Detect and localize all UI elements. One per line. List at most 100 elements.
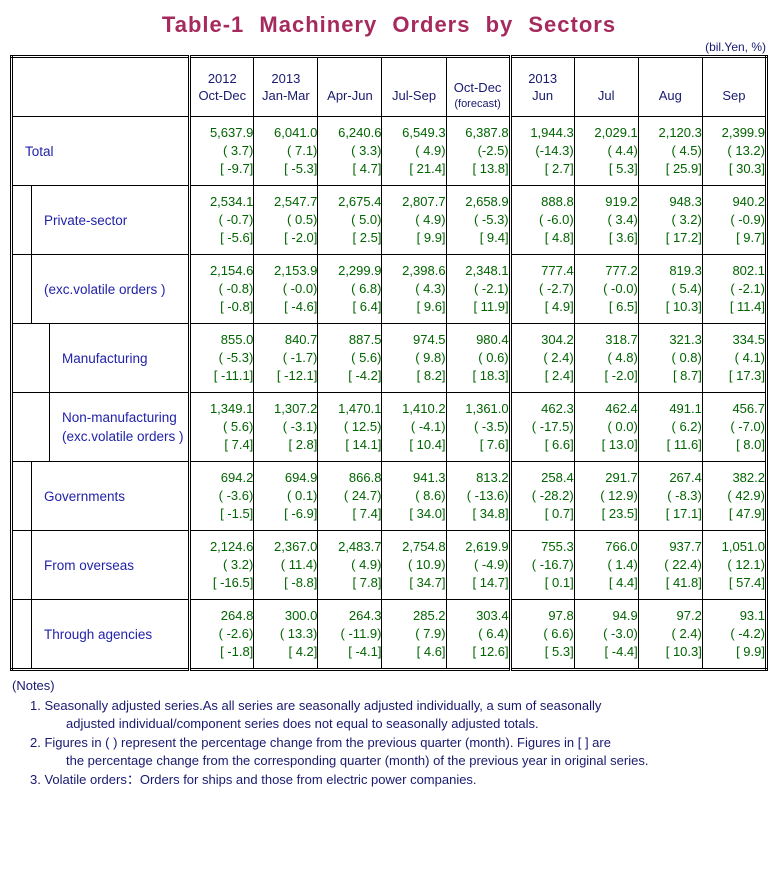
cell-value: 2,483.7 (338, 539, 382, 554)
column-header-6: 2013 Jun (508, 56, 575, 117)
data-cell: 264.8 ( -2.6) [ -1.8] (188, 599, 255, 670)
cell-yoy-change: [ -2.0] (604, 368, 638, 383)
cell-value: 491.1 (669, 401, 702, 416)
cell-yoy-change: [ 10.3] (665, 299, 702, 314)
cell-qoq-change: ( 0.6) (478, 350, 509, 365)
data-cell: 1,470.1 ( 12.5) [ 14.1] (317, 392, 383, 462)
cell-qoq-change: ( -3.5) (473, 419, 509, 434)
column-header-period: Oct-Dec (198, 88, 247, 103)
cell-yoy-change: [ 8.2] (416, 368, 446, 383)
data-cell: 974.5 ( 9.8) [ 8.2] (381, 323, 447, 393)
row-label-text-group: From overseas (44, 556, 134, 575)
cell-value: 694.2 (220, 470, 254, 485)
data-cell: 382.2 ( 42.9) [ 47.9] (701, 461, 768, 531)
data-cell: 2,619.9 ( -4.9) [ 14.7] (445, 530, 511, 600)
data-cell: 2,029.1 ( 4.4) [ 5.3] (573, 116, 639, 186)
data-cell: 2,399.9 ( 13.2) [ 30.3] (701, 116, 768, 186)
cell-qoq-change: ( 13.2) (727, 143, 765, 158)
column-header-period: Sep (722, 88, 746, 103)
cell-yoy-change: [ 7.4] (224, 437, 254, 452)
data-cell: 1,051.0 ( 12.1) [ 57.4] (701, 530, 768, 600)
cell-value: 974.5 (413, 332, 446, 347)
cell-value: 1,051.0 (721, 539, 765, 554)
data-cell: 285.2 ( 7.9) [ 4.6] (381, 599, 447, 670)
table-row: Governments 694.2 ( -3.6) [ -1.5] 694.9 ( 0.1… (10, 461, 768, 531)
row-label-indent: Governments (31, 462, 188, 530)
cell-value: 94.9 (612, 608, 638, 623)
column-header-5: Oct-Dec (forecast) (445, 56, 511, 117)
cell-value: 303.4 (476, 608, 509, 623)
cell-value: 300.0 (284, 608, 318, 623)
cell-value: 382.2 (732, 470, 765, 485)
cell-yoy-change: [ 7.4] (352, 506, 382, 521)
cell-value: 2,619.9 (465, 539, 509, 554)
cell-qoq-change: ( 9.8) (415, 350, 446, 365)
data-cell: 1,361.0 ( -3.5) [ 7.6] (445, 392, 511, 462)
table-container: 2012 Oct-Dec 2013 Jan-Mar Apr-Jun Jul-Sep Oct-… (0, 55, 778, 671)
cell-qoq-change: ( 5.0) (351, 212, 382, 227)
note-line-1: Figures in ( ) represent the percentage … (44, 734, 611, 750)
cell-yoy-change: [ -8.8] (284, 575, 318, 590)
cell-value: 2,399.9 (721, 125, 765, 140)
cell-qoq-change: ( 12.5) (343, 419, 382, 434)
data-cell: 334.5 ( 4.1) [ 17.3] (701, 323, 768, 393)
cell-value: 755.3 (541, 539, 574, 554)
cell-qoq-change: ( 13.3) (279, 626, 318, 641)
cell-yoy-change: [ 6.6] (544, 437, 574, 452)
cell-value: 267.4 (669, 470, 702, 485)
cell-yoy-change: [ -9.7] (220, 161, 254, 176)
data-cell: 755.3 ( -16.7) [ 0.1] (508, 530, 575, 600)
cell-yoy-change: [ 9.9] (416, 230, 446, 245)
cell-value: 321.3 (669, 332, 702, 347)
cell-qoq-change: ( 4.8) (607, 350, 638, 365)
column-header-year (703, 70, 765, 87)
row-label-text-group: Total (25, 142, 54, 161)
cell-yoy-change: [ 2.8] (288, 437, 318, 452)
cell-qoq-change: ( -7.0) (730, 419, 765, 434)
cell-qoq-change: ( 1.4) (607, 557, 638, 572)
data-cell: 318.7 ( 4.8) [ -2.0] (573, 323, 639, 393)
row-label-text-group: (exc.volatile orders ) (44, 280, 166, 299)
data-cell: 1,944.3 (-14.3) [ 2.7] (508, 116, 575, 186)
cell-qoq-change: (-2.5) (477, 143, 509, 158)
cell-value: 866.8 (348, 470, 382, 485)
machinery-orders-table: 2012 Oct-Dec 2013 Jan-Mar Apr-Jun Jul-Sep Oct-… (10, 55, 768, 671)
data-cell: 2,153.9 ( -0.0) [ -4.6] (253, 254, 319, 324)
data-cell: 802.1 ( -2.1) [ 11.4] (701, 254, 768, 324)
cell-qoq-change: ( 42.9) (727, 488, 765, 503)
cell-value: 919.2 (605, 194, 638, 209)
cell-qoq-change: ( -4.2) (730, 626, 765, 641)
row-label-indent: Manufacturing (49, 324, 188, 392)
cell-value: 462.4 (605, 401, 638, 416)
cell-yoy-change: [ 0.1] (544, 575, 574, 590)
cell-qoq-change: ( 7.9) (415, 626, 446, 641)
cell-yoy-change: [ 3.6] (608, 230, 638, 245)
cell-value: 1,361.0 (465, 401, 509, 416)
cell-qoq-change: ( 5.6) (351, 350, 382, 365)
cell-yoy-change: [ 6.5] (608, 299, 638, 314)
row-label: Governments (44, 488, 126, 504)
note-line-1: Volatile orders：Orders for ships and tho… (44, 771, 477, 787)
column-header-4: Jul-Sep (381, 56, 447, 117)
unit-label: (bil.Yen, %) (705, 40, 766, 54)
cell-qoq-change: ( 8.6) (415, 488, 446, 503)
page-title: Table-1 Machinery Orders by Sectors (161, 12, 617, 37)
cell-qoq-change: ( 4.4) (607, 143, 638, 158)
cell-value: 291.7 (605, 470, 638, 485)
cell-yoy-change: [ -5.6] (220, 230, 254, 245)
cell-qoq-change: ( 6.2) (671, 419, 702, 434)
cell-qoq-change: ( -11.9) (340, 626, 382, 641)
column-header-3: Apr-Jun (317, 56, 383, 117)
data-cell: 6,387.8 (-2.5) [ 13.8] (445, 116, 511, 186)
row-sublabel: (exc.volatile orders ) (62, 429, 184, 444)
data-cell: 2,348.1 ( -2.1) [ 11.9] (445, 254, 511, 324)
column-header-year (382, 70, 445, 87)
row-label-text-group: Private-sector (44, 211, 127, 230)
column-header-note: (forecast) (454, 97, 501, 110)
cell-yoy-change: [ 4.4] (608, 575, 638, 590)
cell-qoq-change: ( 22.4) (664, 557, 702, 572)
data-cell: 264.3 ( -11.9) [ -4.1] (317, 599, 383, 670)
note-item: 3. Volatile orders：Orders for ships and … (30, 771, 778, 790)
cell-value: 456.7 (732, 401, 765, 416)
cell-yoy-change: [ 17.1] (665, 506, 702, 521)
